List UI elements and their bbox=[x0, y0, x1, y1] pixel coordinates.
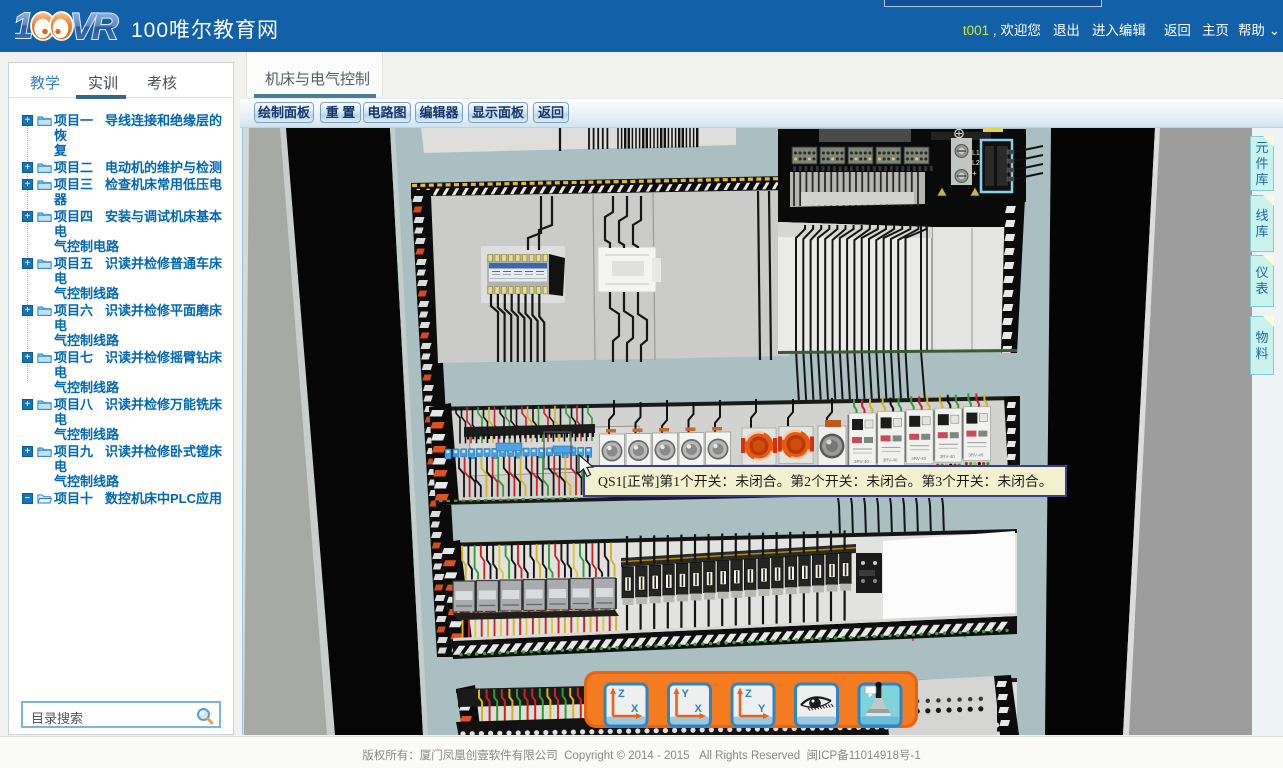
svg-text:Z: Z bbox=[745, 688, 752, 700]
svg-text:+: + bbox=[972, 169, 977, 178]
svg-text:Y: Y bbox=[758, 703, 766, 715]
svg-text:3RV-40: 3RV-40 bbox=[940, 454, 955, 459]
svg-text:L2: L2 bbox=[972, 160, 980, 167]
svg-text:X: X bbox=[695, 703, 703, 715]
svg-text:3RV-40: 3RV-40 bbox=[883, 457, 898, 462]
svg-text:3RV-40: 3RV-40 bbox=[854, 459, 869, 464]
svg-text:QS1[正常]第1个开关：未闭合。第2个开关：未闭合。第3个: QS1[正常]第1个开关：未闭合。第2个开关：未闭合。第3个开关：未闭合。 bbox=[598, 473, 1053, 489]
svg-text:3RV-40: 3RV-40 bbox=[911, 456, 926, 461]
svg-text:Z: Z bbox=[618, 688, 625, 700]
svg-text:Y: Y bbox=[682, 688, 690, 700]
svg-text:L1: L1 bbox=[972, 150, 980, 157]
svg-text:3RV-40: 3RV-40 bbox=[968, 453, 983, 458]
svg-text:X: X bbox=[631, 703, 639, 715]
svg-text:VR: VR bbox=[70, 6, 119, 45]
